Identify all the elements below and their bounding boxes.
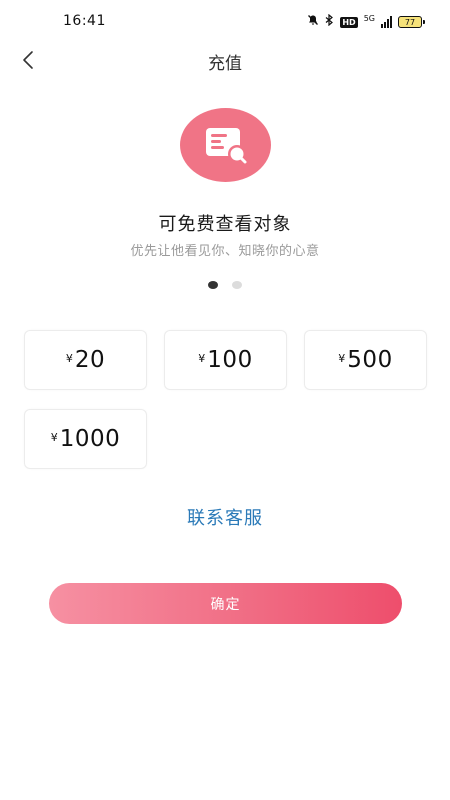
battery-level: 77 — [404, 17, 416, 27]
contact-support-link[interactable]: 联系客服 — [0, 504, 450, 530]
battery-icon: 77 — [398, 16, 425, 28]
hero-title: 可免费查看对象 — [158, 214, 292, 235]
amount-option-1000[interactable]: ¥ 1000 — [24, 409, 147, 469]
currency-symbol: ¥ — [338, 351, 346, 365]
amount-value: 500 — [347, 347, 393, 373]
currency-symbol: ¥ — [50, 430, 58, 444]
status-time: 16:41 — [63, 13, 106, 29]
hd-badge: HD — [340, 16, 358, 28]
amount-value: 100 — [207, 347, 253, 373]
amount-value: 20 — [74, 347, 106, 373]
hero-subtitle: 优先让他看见你、知晓你的心意 — [130, 244, 320, 259]
page-title: 充值 — [208, 54, 242, 74]
hero-badge — [180, 108, 271, 182]
chat-card-icon — [205, 128, 246, 164]
signal-icon — [381, 16, 392, 28]
carousel-indicator — [0, 281, 450, 289]
bluetooth-icon — [325, 13, 334, 31]
currency-symbol: ¥ — [198, 351, 206, 365]
currency-symbol: ¥ — [65, 351, 73, 365]
network-type: 5G — [363, 14, 375, 23]
status-bar: 16:41 HD 5G 77 — [0, 0, 450, 44]
carousel-dot[interactable] — [232, 281, 242, 289]
status-icons: HD 5G 77 — [307, 13, 425, 31]
amount-option-100[interactable]: ¥ 100 — [164, 330, 287, 390]
mute-icon — [307, 14, 319, 31]
amount-option-20[interactable]: ¥ 20 — [24, 330, 147, 390]
header: 充值 — [0, 40, 450, 80]
confirm-button[interactable]: 确定 — [49, 583, 402, 624]
carousel-dot-active[interactable] — [208, 281, 218, 289]
amount-value: 1000 — [59, 426, 121, 452]
amount-option-500[interactable]: ¥ 500 — [304, 330, 427, 390]
